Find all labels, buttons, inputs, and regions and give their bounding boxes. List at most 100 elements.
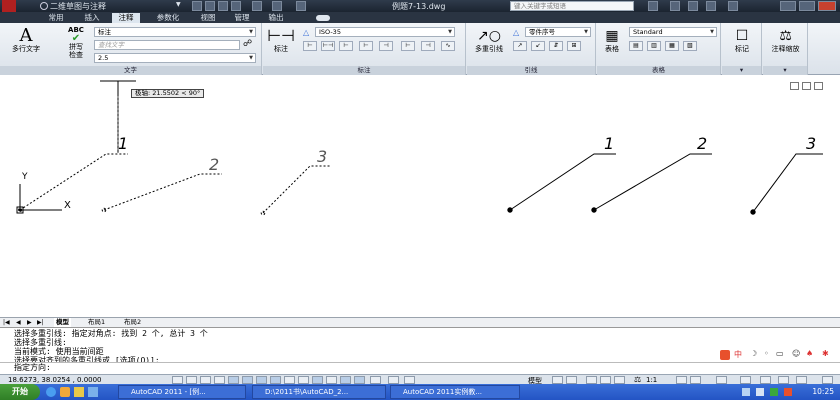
help-icon[interactable] xyxy=(728,1,738,11)
quick-view-layouts-icon[interactable] xyxy=(552,376,563,384)
dimension-break-icon[interactable]: ⊣ xyxy=(379,41,393,51)
dyn-toggle[interactable] xyxy=(298,376,309,384)
dashed-leader-1[interactable] xyxy=(18,153,129,212)
task-explorer[interactable]: D:\2011书\AutoCAD_2... xyxy=(252,385,386,399)
start-button[interactable]: 开始 xyxy=(0,384,40,400)
solid-leader-1[interactable] xyxy=(507,153,616,213)
ime-punct-icon[interactable]: ◦ xyxy=(764,349,769,358)
link-data-icon[interactable]: ▤ xyxy=(629,41,643,51)
tab-parametric[interactable]: 参数化 xyxy=(150,13,186,23)
communication-icon[interactable] xyxy=(688,1,698,11)
task-autocad[interactable]: AutoCAD 2011 - [例... xyxy=(118,385,246,399)
redo-icon[interactable] xyxy=(272,1,282,11)
osnap-toggle[interactable] xyxy=(242,376,253,384)
ducs-toggle[interactable] xyxy=(284,376,295,384)
tab-manage[interactable]: 管理 xyxy=(230,13,254,23)
lineweight-toggle[interactable] xyxy=(312,376,323,384)
tab-layout2[interactable]: 布局2 xyxy=(122,318,143,327)
3d-osnap-toggle[interactable] xyxy=(256,376,267,384)
ime-toolbar[interactable]: 中 ☽ ◦ ▭ ☺ ♠ ✱ xyxy=(716,349,840,361)
solid-leader-3[interactable] xyxy=(750,153,823,215)
pan-icon[interactable] xyxy=(586,376,597,384)
annotation-scaling-button[interactable]: ⚖ 注释缩放 xyxy=(765,27,806,53)
workspace-selector[interactable]: 二维草图与注释 xyxy=(50,1,106,12)
solid-leader-2[interactable] xyxy=(591,153,712,213)
hardware-acceleration-icon[interactable] xyxy=(760,376,771,384)
lock-ui-icon[interactable] xyxy=(740,376,751,384)
upload-data-icon[interactable]: ▧ xyxy=(683,41,697,51)
tolerance-icon[interactable]: ∿ xyxy=(441,41,455,51)
dimension-button[interactable]: ⊢⊣ 标注 xyxy=(267,27,295,54)
tray-ime-icon[interactable] xyxy=(784,388,792,396)
drawing-close-button[interactable] xyxy=(814,82,823,90)
dimension-panel-label[interactable]: 标注 xyxy=(263,66,465,75)
tab-layout1[interactable]: 布局1 xyxy=(86,318,107,327)
baseline-dimension-icon[interactable]: ⊢ xyxy=(339,41,353,51)
quick-properties-toggle[interactable] xyxy=(340,376,351,384)
autocad-logo-icon[interactable] xyxy=(2,0,16,12)
open-icon[interactable] xyxy=(205,1,215,11)
undo-icon[interactable] xyxy=(252,1,262,11)
align-leader-icon[interactable]: ⇵ xyxy=(549,41,563,51)
drawing-restore-button[interactable] xyxy=(802,82,811,90)
auto-scale-icon[interactable] xyxy=(690,376,701,384)
maximize-button[interactable] xyxy=(799,1,815,11)
add-leader-icon[interactable]: ↗ xyxy=(513,41,527,51)
workspace-dropdown-icon[interactable]: ▼ xyxy=(176,1,181,8)
ime-keyboard-icon[interactable]: ▭ xyxy=(776,349,784,358)
extract-data-icon[interactable]: ▥ xyxy=(647,41,661,51)
ime-moon-icon[interactable]: ☽ xyxy=(750,349,757,358)
continue-dimension-icon[interactable]: ⊢⊣ xyxy=(321,41,335,51)
markup-button[interactable]: ☐ 标记 xyxy=(724,27,760,53)
annotation-scaling-panel-expand[interactable]: ▾ xyxy=(763,66,807,75)
text-panel-label[interactable]: 文字 xyxy=(0,66,261,75)
leader-style-select[interactable]: 零件序号 xyxy=(525,27,591,37)
table-panel-label[interactable]: 表格 xyxy=(597,66,720,75)
first-layout-icon[interactable]: |◀ xyxy=(3,319,10,326)
save-icon[interactable] xyxy=(218,1,228,11)
new-icon[interactable] xyxy=(192,1,202,11)
leader-panel-label[interactable]: 引线 xyxy=(467,66,595,75)
close-button[interactable] xyxy=(818,1,836,11)
mtext-button[interactable]: A 多行文字 xyxy=(6,27,46,54)
ime-skin-icon[interactable]: ♠ xyxy=(806,349,813,358)
ime-tools-icon[interactable]: ✱ xyxy=(822,349,829,358)
command-input[interactable]: 指定方向: xyxy=(0,362,840,373)
tab-output[interactable]: 输出 xyxy=(264,13,288,23)
clean-screen-icon[interactable] xyxy=(822,376,833,384)
tab-model[interactable]: 模型 xyxy=(54,318,71,327)
inspect-dimension-icon[interactable]: ⊢ xyxy=(401,41,415,51)
dimension-style-select[interactable]: ISO-35 xyxy=(315,27,455,37)
infer-constraints-toggle[interactable] xyxy=(172,376,183,384)
find-text-input[interactable]: 查找文字 xyxy=(94,40,240,50)
jogged-linear-icon[interactable]: ⊣ xyxy=(421,41,435,51)
download-data-icon[interactable]: ▦ xyxy=(665,41,679,51)
quicklaunch-desktop-icon[interactable] xyxy=(88,387,98,397)
polar-toggle[interactable] xyxy=(228,376,239,384)
tab-home[interactable]: 常用 xyxy=(44,13,68,23)
spell-check-button[interactable]: ABC ✔ 拼写 检查 xyxy=(62,26,90,59)
quick-view-drawings-icon[interactable] xyxy=(566,376,577,384)
drawing-canvas[interactable]: Y X 1 2 3 1 2 3 xyxy=(0,76,840,316)
next-layout-icon[interactable]: ▶ xyxy=(27,319,32,326)
subscription-icon[interactable] xyxy=(670,1,680,11)
dimension-space-icon[interactable]: ⊢ xyxy=(359,41,373,51)
search-input[interactable]: 键入关键字或短语 xyxy=(510,1,634,11)
saveas-icon[interactable] xyxy=(231,1,241,11)
annotation-monitor-toggle[interactable] xyxy=(370,376,381,384)
dashed-leader-3[interactable] xyxy=(260,165,330,216)
annotation-visibility-icon[interactable] xyxy=(676,376,687,384)
markup-panel-expand[interactable]: ▾ xyxy=(722,66,761,75)
grid-toggle[interactable] xyxy=(200,376,211,384)
last-layout-icon[interactable]: ▶| xyxy=(37,319,44,326)
favorites-icon[interactable] xyxy=(706,1,716,11)
snap-toggle[interactable] xyxy=(186,376,197,384)
status-bar-menu-icon[interactable] xyxy=(796,376,807,384)
quicklaunch-folder-icon[interactable] xyxy=(74,387,84,397)
dyn-input-toggle[interactable] xyxy=(404,376,415,384)
tab-insert[interactable]: 插入 xyxy=(80,13,104,23)
tray-volume-icon[interactable] xyxy=(756,388,764,396)
quicklaunch-ie-icon[interactable] xyxy=(46,387,56,397)
collect-leader-icon[interactable]: ⊞ xyxy=(567,41,581,51)
annotation-scale-value[interactable]: 1:1 xyxy=(646,376,657,384)
